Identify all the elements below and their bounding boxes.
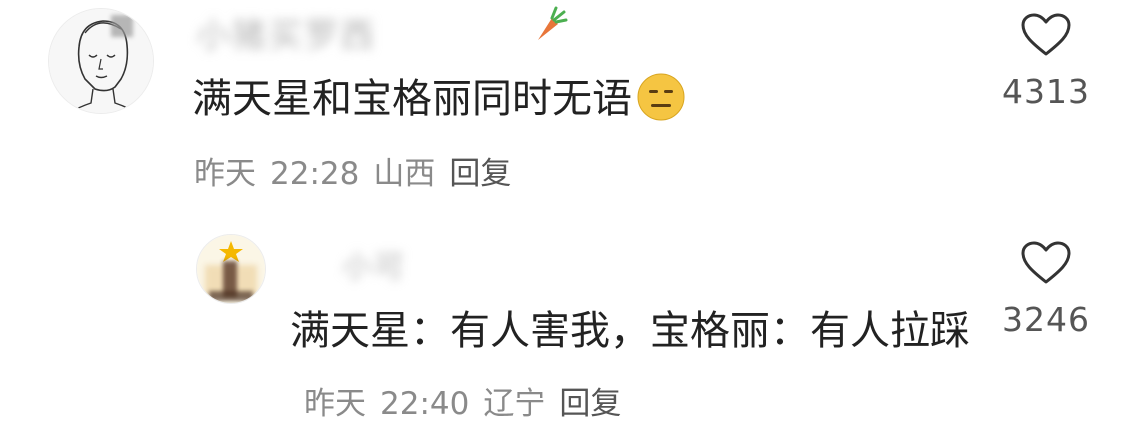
like-button[interactable]: 4313 <box>986 12 1106 111</box>
avatar-line-drawing-icon <box>49 9 153 113</box>
avatar-star-icon <box>197 235 265 303</box>
expressionless-face-icon <box>637 73 685 121</box>
comment-meta: 昨天 22:28 山西 回复 <box>194 148 525 193</box>
comment-location: 辽宁 <box>483 386 546 422</box>
avatar[interactable] <box>48 8 154 114</box>
username[interactable]: 小可 <box>342 242 406 286</box>
reply-button[interactable]: 回复 <box>449 156 511 192</box>
like-count: 3246 <box>1002 300 1090 339</box>
comment-body: 满天星和宝格丽同时无语 <box>192 64 952 134</box>
comment-location: 山西 <box>373 156 436 192</box>
comment-body: 满天星：有人害我，宝格丽：有人拉踩昨天 22:40 辽宁 回复 <box>290 296 970 439</box>
reply-button[interactable]: 回复 <box>559 386 621 422</box>
comment-meta: 昨天 22:40 辽宁 回复 <box>304 386 635 422</box>
avatar[interactable] <box>196 234 266 304</box>
comment-time: 22:28 <box>270 156 360 192</box>
comment-item: 小猪买罗西 满天星和宝格丽同时无语 昨天 22:28 山西 回复 4313 <box>0 0 1125 220</box>
comment-date: 昨天 <box>194 156 256 192</box>
heart-outline-icon <box>1021 13 1071 56</box>
carrot-icon <box>538 6 568 40</box>
comment-date: 昨天 <box>304 386 366 422</box>
reply-item: 小可 满天星：有人害我，宝格丽：有人拉踩昨天 22:40 辽宁 回复 3246 <box>0 220 1125 441</box>
like-count: 4313 <box>1002 72 1090 111</box>
comment-text: 满天星和宝格丽同时无语 <box>192 76 632 122</box>
username[interactable]: 小猪买罗西 <box>196 8 376 57</box>
comment-time: 22:40 <box>380 386 470 422</box>
heart-outline-icon <box>1021 241 1071 284</box>
like-button[interactable]: 3246 <box>986 240 1106 339</box>
comment-text: 满天星：有人害我，宝格丽：有人拉踩 <box>290 308 970 354</box>
